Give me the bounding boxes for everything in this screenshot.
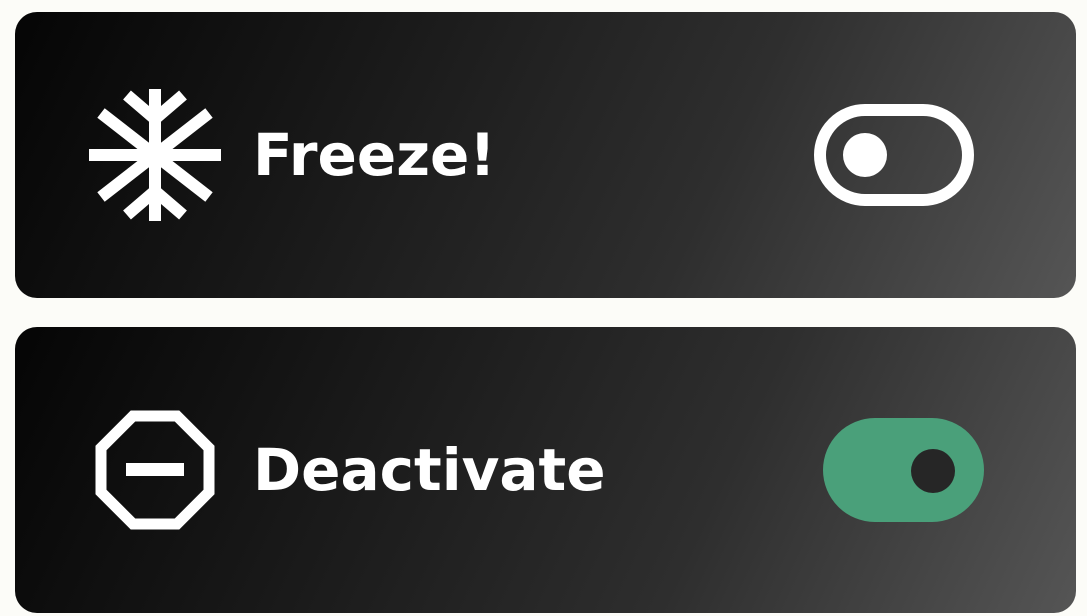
settings-panel: Freeze! Deactivate bbox=[0, 0, 1087, 616]
deactivate-label: Deactivate bbox=[253, 436, 606, 504]
freeze-setting-card: Freeze! bbox=[15, 12, 1076, 298]
freeze-toggle[interactable] bbox=[814, 104, 974, 206]
freeze-toggle-knob bbox=[843, 133, 887, 177]
snowflake-icon bbox=[89, 89, 221, 221]
deactivate-toggle-knob bbox=[911, 449, 955, 493]
octagon-minus-icon bbox=[95, 410, 215, 530]
deactivate-setting-card: Deactivate bbox=[15, 327, 1076, 613]
freeze-label: Freeze! bbox=[253, 121, 496, 189]
deactivate-toggle[interactable] bbox=[823, 418, 984, 522]
